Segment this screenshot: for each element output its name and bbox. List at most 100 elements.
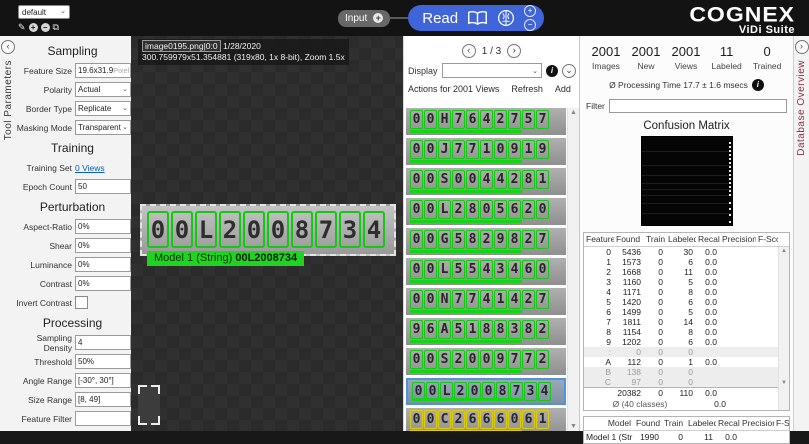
info-icon[interactable]: i — [752, 79, 764, 91]
prev-page-button[interactable]: ‹ — [462, 44, 476, 58]
scroll-down-icon[interactable]: ▼ — [779, 380, 789, 386]
size-range-input[interactable]: [8, 49] — [75, 392, 131, 407]
add-icon: + — [373, 13, 383, 23]
copy-icon[interactable]: ⧉ — [53, 22, 59, 32]
thumb-char: 0 — [536, 200, 549, 219]
table-cell: 9 — [584, 337, 614, 347]
database-overview-tab[interactable]: Database Overview — [796, 60, 807, 156]
read-tool-button[interactable]: Read + − — [408, 5, 544, 31]
view-thumbnail[interactable]: 00J7710919 — [406, 138, 566, 165]
view-thumbnail[interactable]: 00C2666061 — [406, 408, 566, 431]
display-label: Display — [408, 66, 438, 76]
ocr-region[interactable]: 00L2008734 Model 1 (String) 00L2008734 — [140, 204, 396, 256]
expand-display-button[interactable]: ⌄ — [562, 64, 576, 78]
epoch-count-input[interactable]: 50 — [75, 179, 131, 194]
brand-suite: ViDi Suite — [689, 25, 795, 36]
training-set-link[interactable]: 0 Views — [75, 163, 105, 173]
view-thumbnail[interactable]: 00L2008734 — [406, 378, 566, 405]
threshold-input[interactable]: 50% — [75, 354, 131, 369]
zoom-in-icon[interactable]: + — [524, 5, 536, 17]
stat-value: 11 — [712, 44, 742, 59]
table-cell — [720, 317, 756, 327]
luminance-input[interactable]: 0% — [75, 257, 131, 272]
view-thumbnail[interactable]: 00H7642757 — [406, 108, 566, 135]
table-cell — [756, 277, 778, 287]
shear-input[interactable]: 0% — [75, 238, 131, 253]
table-cell: 30 — [666, 247, 696, 257]
table-cell: 8 — [666, 287, 696, 297]
feature-filter-input[interactable] — [75, 411, 131, 426]
collapse-left-panel-button[interactable]: ‹ — [1, 40, 15, 54]
matrix-gridline — [642, 213, 732, 214]
table-cell: 0.0 — [696, 327, 720, 337]
scroll-up-icon[interactable]: ▲ — [568, 109, 579, 116]
tool-chain: Input + Read + − — [338, 0, 544, 36]
aspect-ratio-input[interactable]: 0% — [75, 219, 131, 234]
thumb-char: 0 — [410, 290, 423, 309]
table-scrollbar[interactable]: ▲ ▼ — [778, 247, 789, 410]
matrix-gridline — [642, 183, 732, 184]
view-thumbnail[interactable]: 00L5543460 — [406, 258, 566, 285]
table-cell — [756, 247, 778, 257]
view-thumbnail[interactable]: 00S2009772 — [406, 348, 566, 375]
workspace-select-value: default — [22, 8, 46, 17]
masking-mode-select[interactable]: Transparent⌄ — [75, 120, 131, 135]
view-thumbnail[interactable]: 00G5829827 — [406, 228, 566, 255]
thumb-char: 2 — [508, 170, 521, 189]
angle-range-input[interactable]: [-30°, 30°] — [75, 373, 131, 388]
views-scrollbar[interactable]: ▲ ▼ — [567, 108, 579, 431]
scroll-up-icon[interactable]: ▲ — [779, 248, 789, 254]
edit-icon[interactable]: ✎ — [18, 22, 26, 32]
stat-label: Labeled — [712, 61, 742, 71]
contrast-input[interactable]: 0% — [75, 276, 131, 291]
table-cell: 6 — [666, 257, 696, 267]
border-type-select[interactable]: Replicate⌄ — [75, 101, 131, 116]
view-thumbnail[interactable]: 96A5188382 — [406, 318, 566, 345]
workspace-select[interactable]: default ⌄ — [18, 5, 70, 19]
polarity-select[interactable]: Actual⌄ — [75, 82, 131, 97]
table-cell: Train — [644, 233, 666, 246]
thumb-char: 1 — [466, 320, 479, 339]
table-cell: 110 — [666, 388, 696, 399]
labeled-region-bar — [410, 370, 522, 373]
view-thumbnail[interactable]: 00N7741427 — [406, 288, 566, 315]
filter-input[interactable] — [609, 99, 787, 113]
table-cell — [720, 357, 756, 367]
refresh-button[interactable]: Refresh — [511, 84, 543, 94]
thumb-char: A — [438, 320, 451, 339]
tool-parameters-tab[interactable]: Tool Parameters — [3, 60, 14, 140]
actions-menu[interactable]: Actions for 2001 Views — [408, 84, 499, 94]
next-page-button[interactable]: › — [507, 44, 521, 58]
table-cell: 0.0 — [696, 267, 720, 277]
add-button[interactable]: Add — [555, 84, 571, 94]
invert-contrast-checkbox[interactable] — [75, 296, 88, 309]
table-cell — [720, 297, 756, 307]
table-cell: 6 — [666, 297, 696, 307]
feature-size-input[interactable]: 19.6x31.9Pixel — [75, 63, 131, 78]
remove-workspace-icon[interactable]: − — [41, 23, 50, 32]
zoom-out-icon[interactable]: − — [524, 19, 536, 31]
sampling-density-input[interactable]: 4 — [75, 335, 131, 350]
image-info-overlay: image0195.png|0:0 1/28/2020 300.759979x5… — [138, 39, 349, 65]
display-select[interactable]: ⌄ — [442, 63, 542, 78]
thumb-char: 0 — [508, 410, 521, 429]
thumbnail-text: 00L2805620 — [406, 198, 566, 219]
view-thumbnail[interactable]: 00L2805620 — [406, 198, 566, 225]
table-cell: 0.0 — [696, 277, 720, 287]
table-cell: 0 — [644, 287, 666, 297]
info-icon[interactable]: i — [546, 65, 558, 77]
view-thumbnail[interactable]: 00S0044281 — [406, 168, 566, 195]
views-list: 00H764275700J771091900S004428100L2805620… — [406, 108, 568, 431]
image-canvas[interactable]: image0195.png|0:0 1/28/2020 300.759979x5… — [131, 36, 403, 431]
collapse-right-panel-button[interactable]: › — [795, 40, 809, 54]
input-node-button[interactable]: Input + — [338, 10, 390, 27]
feature-table-body: FeatureFoundTrainLabeledRecallPrecisionF… — [584, 233, 789, 387]
section-title-processing: Processing — [16, 316, 129, 330]
stat-label: New — [632, 61, 661, 71]
brand-name: COGNEX — [689, 5, 795, 24]
scroll-down-icon[interactable]: ▼ — [568, 423, 579, 430]
table-cell: 5 — [666, 277, 696, 287]
thumb-char: 2 — [452, 200, 465, 219]
table-cell: 0 — [644, 277, 666, 287]
add-workspace-icon[interactable]: + — [29, 23, 38, 32]
